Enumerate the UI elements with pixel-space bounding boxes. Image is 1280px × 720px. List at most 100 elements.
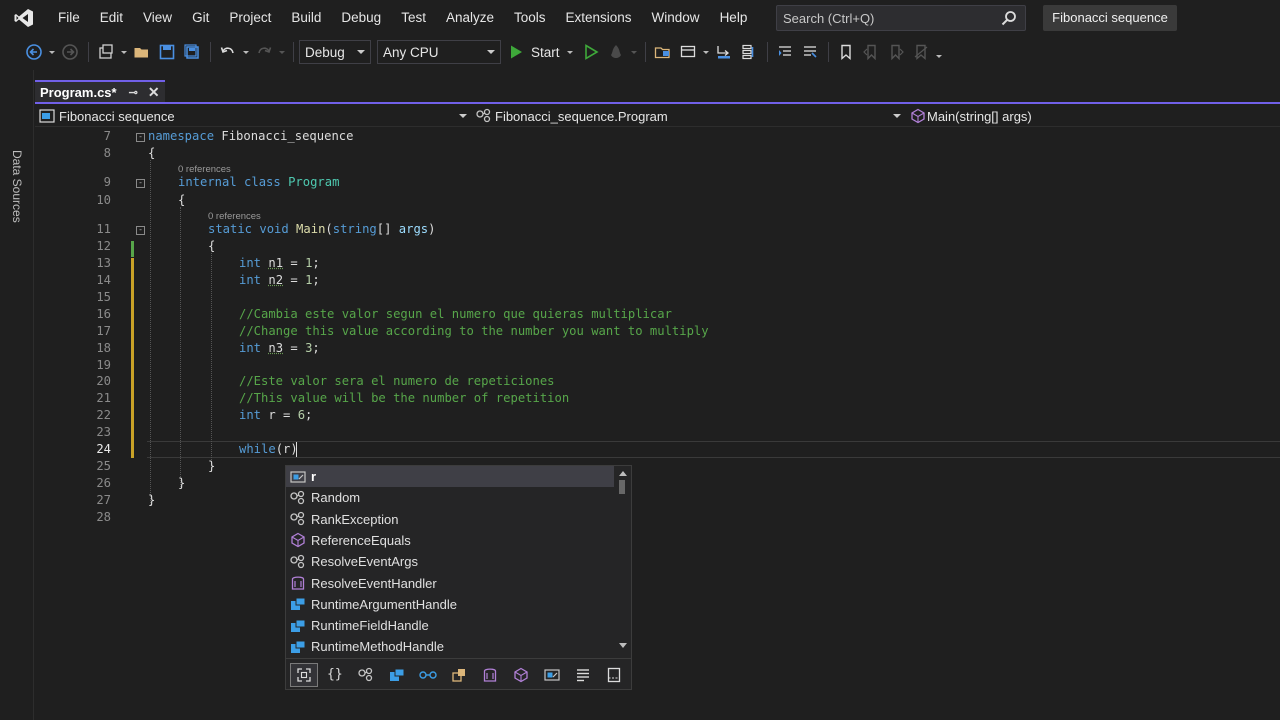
close-icon[interactable]: ✕ [148,84,160,101]
configuration-dropdown[interactable]: Debug [299,40,371,64]
new-project-dropdown-icon[interactable] [119,40,129,64]
completion-item[interactable]: ReferenceEquals [286,530,614,551]
toolbar-overflow-icon[interactable] [934,40,944,64]
start-without-debugging-icon[interactable] [579,40,603,64]
class-icon[interactable] [352,663,380,687]
platform-dropdown[interactable]: Any CPU [377,40,501,64]
previous-bookmark-icon[interactable] [859,40,883,64]
save-icon[interactable] [155,40,179,64]
punctuation: ; [312,256,320,270]
search-box[interactable] [776,5,1026,31]
scrollbar-thumb[interactable] [619,480,625,494]
line-number: 27 [96,493,111,507]
menu-file[interactable]: File [48,5,90,31]
completion-item[interactable]: RuntimeFieldHandle [286,615,614,636]
menu-edit[interactable]: Edit [90,5,133,31]
fold-collapse-icon[interactable]: - [136,133,145,142]
completion-item[interactable]: ResolveEventHandler [286,573,614,594]
keyword: int [239,408,262,422]
fold-collapse-icon[interactable]: - [136,226,145,235]
menu-analyze[interactable]: Analyze [436,5,504,31]
hot-reload-icon[interactable] [604,40,628,64]
new-project-icon[interactable] [94,40,118,64]
completion-item[interactable]: RuntimeMethodHandle [286,636,614,657]
completion-item[interactable]: RuntimeArgumentHandle [286,594,614,615]
class-name: Fibonacci_sequence.Program [495,108,668,124]
menu-window[interactable]: Window [642,5,710,31]
enum-icon[interactable] [445,663,473,687]
tab-program-cs[interactable]: Program.cs* ⊸ ✕ [35,80,165,102]
menu-project[interactable]: Project [219,5,281,31]
data-sources-tab[interactable]: Data Sources [10,150,24,223]
undo-dropdown-icon[interactable] [241,40,251,64]
navigate-forward-icon[interactable] [58,40,82,64]
menu-extensions[interactable]: Extensions [556,5,642,31]
menu-view[interactable]: View [133,5,182,31]
menu-tools[interactable]: Tools [504,5,556,31]
clear-bookmarks-icon[interactable] [909,40,933,64]
member-dropdown[interactable]: Main(string[] args) [909,105,1279,127]
visual-studio-logo-icon[interactable] [0,0,48,36]
variable-name: n1 [268,256,284,270]
menu-build[interactable]: Build [281,5,331,31]
redo-dropdown-icon[interactable] [277,40,287,64]
expand-all-icon[interactable] [290,662,318,687]
namespace-icon[interactable]: {} [321,663,349,687]
scroll-up-icon[interactable] [618,469,628,477]
method-icon[interactable] [507,663,535,687]
layout-icon[interactable] [676,40,700,64]
menu-debug[interactable]: Debug [331,5,391,31]
step-into-icon[interactable] [712,40,736,64]
keyword: internal class [178,175,281,189]
completion-item[interactable]: r [286,466,614,487]
code-editor[interactable]: 7 8 9 10 11 12 13 14 15 16 17 18 19 20 2… [35,128,1280,720]
chevron-down-icon [566,50,573,54]
interface-icon[interactable] [414,663,442,687]
standard-toolbar: Debug Any CPU Start [0,36,1280,68]
start-debugging-button[interactable]: Start [507,40,579,64]
intellisense-completion-list[interactable]: r Random RankException ReferenceEquals R… [285,465,632,690]
navigate-back-icon[interactable] [22,40,46,64]
struct-icon[interactable] [383,663,411,687]
outdent-icon[interactable] [773,40,797,64]
code-line-24: while(r) [239,442,298,456]
search-input[interactable] [783,10,993,26]
bookmark-icon[interactable] [834,40,858,64]
menu-git[interactable]: Git [182,5,219,31]
code-line-20-comment: //Este valor sera el numero de repeticio… [239,374,555,388]
toolbar-separator [766,42,768,62]
project-dropdown[interactable]: Fibonacci sequence [39,105,467,127]
open-folder-icon[interactable] [130,40,154,64]
navigate-back-dropdown-icon[interactable] [47,40,57,64]
search-icon[interactable] [1001,10,1017,31]
completion-item[interactable]: ResolveEventArgs [286,551,614,572]
completion-scrollbar[interactable] [615,466,631,656]
keyword-icon[interactable] [569,663,597,687]
undo-icon[interactable] [216,40,240,64]
code-line-25: } [208,459,216,473]
scroll-down-icon[interactable] [618,642,628,650]
completion-item[interactable]: RankException [286,509,614,530]
redo-icon[interactable] [252,40,276,64]
hot-reload-dropdown-icon[interactable] [629,40,639,64]
step-over-icon[interactable] [737,40,761,64]
browse-folder-icon[interactable] [651,40,675,64]
layout-dropdown-icon[interactable] [701,40,711,64]
comment-icon[interactable] [798,40,822,64]
fold-collapse-icon[interactable]: - [136,179,145,188]
local-icon[interactable] [538,663,566,687]
class-icon [476,108,491,123]
class-dropdown[interactable]: Fibonacci_sequence.Program [475,105,903,127]
pin-icon[interactable]: ⊸ [129,86,138,99]
save-all-icon[interactable] [180,40,204,64]
solution-name-badge[interactable]: Fibonacci sequence [1043,5,1177,31]
class-icon [289,511,307,527]
codelens-references[interactable]: 0 references [178,164,231,175]
next-bookmark-icon[interactable] [884,40,908,64]
completion-item[interactable]: Random [286,487,614,508]
menu-test[interactable]: Test [391,5,436,31]
delegate-icon[interactable] [476,663,504,687]
snippet-icon[interactable] [600,663,628,687]
menu-help[interactable]: Help [710,5,758,31]
codelens-references[interactable]: 0 references [208,211,261,222]
